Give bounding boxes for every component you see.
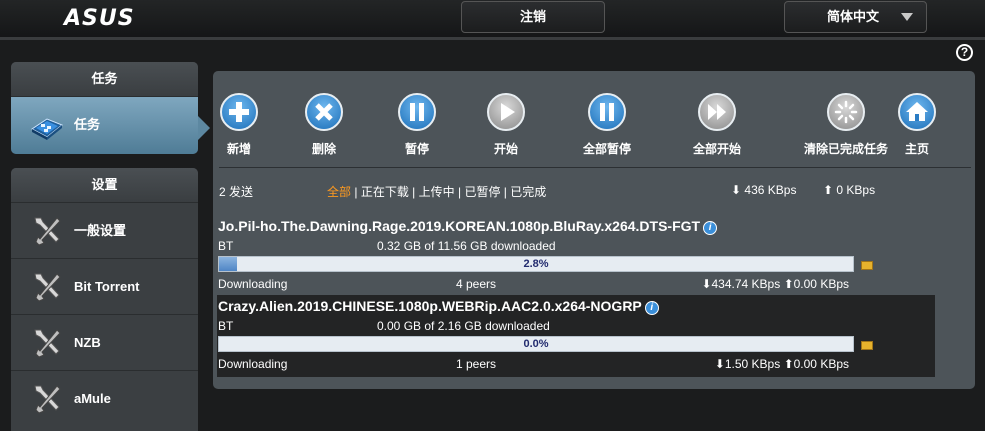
sidebar-settings-panel: 设置 一般设置 Bit Torrent NZB aMule [11, 168, 198, 431]
folder-icon[interactable] [861, 341, 873, 350]
info-icon[interactable]: i [703, 221, 718, 235]
wrench-icon [34, 385, 61, 414]
download-arrow-icon: ⬇︎ [714, 357, 725, 371]
home-icon [898, 93, 936, 131]
task-progress-bar: 2.8% [218, 256, 854, 272]
filter-downloading[interactable]: 正在下载 [361, 185, 409, 199]
total-upload-speed: ⬆︎ 0 KBps [823, 183, 876, 197]
header-divider [0, 37, 985, 40]
sidebar-section-title: 设置 [11, 168, 198, 202]
download-arrow-icon: ⬇︎ [731, 183, 742, 197]
language-label: 简体中文 [827, 9, 880, 24]
filter-uploading[interactable]: 上传中 [419, 185, 455, 199]
wrench-icon [34, 329, 61, 358]
download-arrow-icon: ⬇︎ [701, 277, 712, 291]
sidebar-item-general-settings[interactable]: 一般设置 [11, 202, 198, 258]
fast-forward-icon [698, 93, 736, 131]
task-progress-bar: 0.0% [218, 336, 854, 352]
task-row[interactable]: Crazy.Alien.2019.CHINESE.1080p.WEBRip.AA… [217, 295, 935, 377]
start-button[interactable]: 开始 [486, 93, 526, 157]
delete-button[interactable]: 删除 [304, 93, 344, 157]
clear-completed-label: 清除已完成任务 [803, 142, 888, 156]
sidebar-section-title: 任务 [11, 62, 198, 96]
task-name: Crazy.Alien.2019.CHINESE.1080p.WEBRip.AA… [218, 298, 659, 315]
task-panel: 新增 删除 暂停 开始 全部暂停 全部开始 清除已完成任务 主页 2 发送 全部… [213, 71, 975, 389]
sidebar-item-label: 任务 [74, 117, 101, 132]
logout-button[interactable]: 注销 [461, 1, 605, 33]
pause-label: 暂停 [404, 142, 429, 156]
pause-all-label: 全部暂停 [582, 142, 631, 156]
task-peers: 4 peers [456, 277, 497, 291]
filter-completed[interactable]: 已完成 [510, 185, 546, 199]
spinner-icon [827, 93, 865, 131]
wrench-icon [34, 273, 61, 302]
sidebar-item-label: Bit Torrent [74, 279, 140, 294]
sidebar-item-amule[interactable]: aMule [11, 370, 198, 426]
play-icon [487, 93, 525, 131]
home-button[interactable]: 主页 [897, 93, 937, 157]
filter-bar: 全部 | 正在下载 | 上传中 | 已暂停 | 已完成 [327, 185, 547, 199]
start-label: 开始 [493, 142, 518, 156]
pause-icon [398, 93, 436, 131]
task-state: Downloading [218, 357, 288, 371]
task-progress-text: 0.00 GB of 2.16 GB downloaded [377, 319, 550, 333]
tasks-icon [31, 118, 63, 140]
task-peers: 1 peers [456, 357, 497, 371]
sidebar-item-label: aMule [74, 391, 111, 406]
sidebar-item-tasks[interactable]: 任务 [11, 96, 198, 154]
sidebar-item-label: NZB [74, 335, 101, 350]
upload-arrow-icon: ⬆︎ [823, 183, 834, 197]
active-pointer [198, 116, 210, 140]
filter-paused[interactable]: 已暂停 [464, 185, 500, 199]
top-bar: ASUS 注销 简体中文 [0, 0, 985, 37]
sidebar-item-bit-torrent[interactable]: Bit Torrent [11, 258, 198, 314]
language-select[interactable]: 简体中文 [784, 1, 927, 33]
task-percent: 0.0% [523, 338, 549, 350]
chevron-down-icon [901, 13, 913, 21]
task-speed: ⬇︎1.50 KBps ⬆︎0.00 KBps [714, 357, 849, 371]
start-all-label: 全部开始 [692, 142, 741, 156]
task-row[interactable]: Jo.Pil-ho.The.Dawning.Rage.2019.KOREAN.1… [217, 215, 935, 297]
pause-all-button[interactable]: 全部暂停 [577, 93, 637, 157]
task-state: Downloading [218, 277, 288, 291]
total-download-speed: ⬇︎ 436 KBps [731, 183, 797, 197]
clear-completed-button[interactable]: 清除已完成任务 [801, 93, 891, 157]
task-speed: ⬇︎434.74 KBps ⬆︎0.00 KBps [701, 277, 849, 291]
asus-logo: ASUS [64, 6, 135, 31]
upload-arrow-icon: ⬆︎ [783, 277, 794, 291]
add-label: 新增 [226, 142, 251, 156]
task-percent: 2.8% [523, 258, 549, 270]
add-button[interactable]: 新增 [219, 93, 259, 157]
task-progress-text: 0.32 GB of 11.56 GB downloaded [377, 239, 556, 253]
pause-button[interactable]: 暂停 [397, 93, 437, 157]
toolbar-divider [219, 167, 971, 168]
home-label: 主页 [904, 142, 929, 156]
info-icon[interactable]: i [644, 301, 659, 315]
folder-icon[interactable] [861, 261, 873, 270]
wrench-icon [34, 217, 61, 246]
task-count: 2 发送 [219, 185, 254, 199]
pause-all-icon [588, 93, 626, 131]
sidebar-item-label: 一般设置 [74, 223, 127, 238]
delete-label: 删除 [311, 142, 336, 156]
sidebar-item-nzb[interactable]: NZB [11, 314, 198, 370]
task-type: BT [218, 319, 234, 333]
start-all-button[interactable]: 全部开始 [687, 93, 747, 157]
sidebar-tasks-panel: 任务 任务 [11, 62, 198, 154]
upload-arrow-icon: ⬆︎ [783, 357, 794, 371]
plus-icon [220, 93, 258, 131]
help-icon[interactable]: ? [956, 44, 973, 61]
filter-all[interactable]: 全部 [327, 185, 351, 199]
delete-x-icon [305, 93, 343, 131]
task-name: Jo.Pil-ho.The.Dawning.Rage.2019.KOREAN.1… [218, 218, 718, 235]
task-type: BT [218, 239, 234, 253]
